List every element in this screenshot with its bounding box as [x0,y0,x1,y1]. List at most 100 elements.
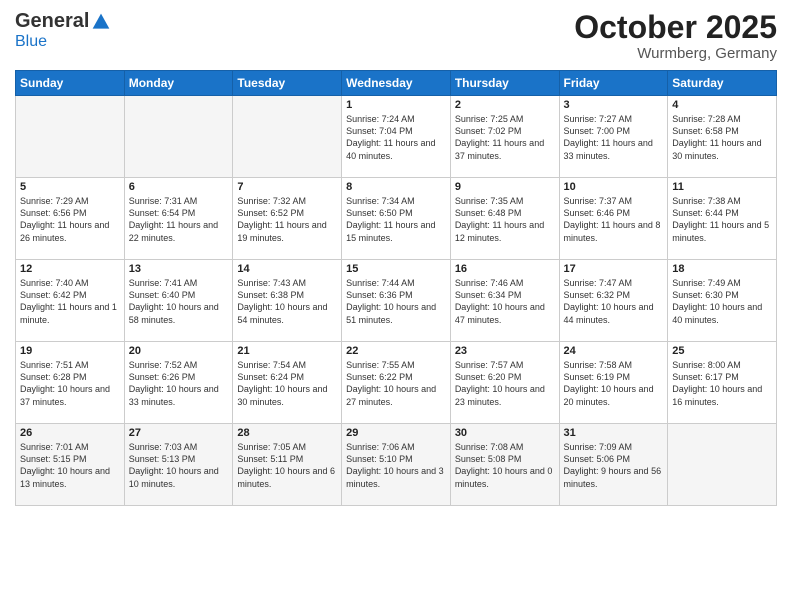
day-number: 13 [129,263,229,275]
page-container: General Blue October 2025 Wurmberg, Germ… [0,0,792,511]
calendar-cell: 19 Sunrise: 7:51 AM Sunset: 6:28 PM Dayli… [16,342,125,424]
day-info: Sunrise: 7:24 AM Sunset: 7:04 PM Dayligh… [346,113,446,162]
logo-general: General [15,10,89,33]
calendar-cell: 3 Sunrise: 7:27 AM Sunset: 7:00 PM Daylig… [559,96,668,178]
title-block: October 2025 Wurmberg, Germany [574,10,777,62]
calendar-cell: 16 Sunrise: 7:46 AM Sunset: 6:34 PM Dayli… [450,260,559,342]
day-number: 19 [20,345,120,357]
logo-blue-text: Blue [15,33,47,51]
day-info: Sunrise: 7:28 AM Sunset: 6:58 PM Dayligh… [672,113,772,162]
day-info: Sunrise: 7:27 AM Sunset: 7:00 PM Dayligh… [564,113,664,162]
day-info: Sunrise: 7:31 AM Sunset: 6:54 PM Dayligh… [129,195,229,244]
day-number: 16 [455,263,555,275]
day-info: Sunrise: 7:46 AM Sunset: 6:34 PM Dayligh… [455,277,555,326]
day-info: Sunrise: 7:44 AM Sunset: 6:36 PM Dayligh… [346,277,446,326]
day-number: 9 [455,181,555,193]
logo-icon [91,12,111,32]
day-number: 27 [129,427,229,439]
day-number: 18 [672,263,772,275]
day-info: Sunrise: 7:38 AM Sunset: 6:44 PM Dayligh… [672,195,772,244]
calendar-cell: 7Sunrise: 7:32 AM Sunset: 6:52 PM Daylig… [233,178,342,260]
day-info: Sunrise: 7:41 AM Sunset: 6:40 PM Dayligh… [129,277,229,326]
logo-text: General [15,10,111,33]
day-info: Sunrise: 7:49 AM Sunset: 6:30 PM Dayligh… [672,277,772,326]
day-number: 23 [455,345,555,357]
day-info: Sunrise: 7:06 AM Sunset: 5:10 PM Dayligh… [346,441,446,490]
calendar-cell: 28 Sunrise: 7:05 AM Sunset: 5:11 PM Dayli… [233,424,342,506]
week-row: 1 Sunrise: 7:24 AM Sunset: 7:04 PM Daylig… [16,96,777,178]
day-number: 24 [564,345,664,357]
calendar-cell: 10 Sunrise: 7:37 AM Sunset: 6:46 PM Dayli… [559,178,668,260]
weekday-header: Wednesday [342,71,451,96]
weekday-header: Monday [124,71,233,96]
weekday-header: Tuesday [233,71,342,96]
day-info: Sunrise: 7:57 AM Sunset: 6:20 PM Dayligh… [455,359,555,408]
weekday-header: Sunday [16,71,125,96]
day-info: Sunrise: 7:08 AM Sunset: 5:08 PM Dayligh… [455,441,555,490]
header: General Blue October 2025 Wurmberg, Germ… [15,10,777,62]
calendar-cell: 30 Sunrise: 7:08 AM Sunset: 5:08 PM Dayli… [450,424,559,506]
calendar-cell: 1 Sunrise: 7:24 AM Sunset: 7:04 PM Daylig… [342,96,451,178]
calendar-cell: 5Sunrise: 7:29 AM Sunset: 6:56 PM Daylig… [16,178,125,260]
calendar-cell: 9 Sunrise: 7:35 AM Sunset: 6:48 PM Daylig… [450,178,559,260]
day-number: 26 [20,427,120,439]
day-info: Sunrise: 7:51 AM Sunset: 6:28 PM Dayligh… [20,359,120,408]
day-info: Sunrise: 7:52 AM Sunset: 6:26 PM Dayligh… [129,359,229,408]
day-number: 25 [672,345,772,357]
week-row: 5Sunrise: 7:29 AM Sunset: 6:56 PM Daylig… [16,178,777,260]
day-number: 6 [129,181,229,193]
calendar-cell: 29 Sunrise: 7:06 AM Sunset: 5:10 PM Dayli… [342,424,451,506]
day-number: 2 [455,99,555,111]
weekday-header: Thursday [450,71,559,96]
month-title: October 2025 [574,10,777,45]
calendar-cell: 22 Sunrise: 7:55 AM Sunset: 6:22 PM Dayli… [342,342,451,424]
day-info: Sunrise: 7:32 AM Sunset: 6:52 PM Dayligh… [237,195,337,244]
day-number: 20 [129,345,229,357]
day-info: Sunrise: 7:37 AM Sunset: 6:46 PM Dayligh… [564,195,664,244]
logo: General Blue [15,10,111,51]
day-info: Sunrise: 7:03 AM Sunset: 5:13 PM Dayligh… [129,441,229,490]
weekday-header-row: SundayMondayTuesdayWednesdayThursdayFrid… [16,71,777,96]
day-number: 5 [20,181,120,193]
day-number: 11 [672,181,772,193]
day-info: Sunrise: 7:05 AM Sunset: 5:11 PM Dayligh… [237,441,337,490]
day-number: 30 [455,427,555,439]
calendar-cell: 4 Sunrise: 7:28 AM Sunset: 6:58 PM Daylig… [668,96,777,178]
calendar-cell [124,96,233,178]
calendar-cell: 17 Sunrise: 7:47 AM Sunset: 6:32 PM Dayli… [559,260,668,342]
logo-blue: Blue [15,33,47,50]
calendar-cell: 31 Sunrise: 7:09 AM Sunset: 5:06 PM Dayli… [559,424,668,506]
calendar-cell: 24 Sunrise: 7:58 AM Sunset: 6:19 PM Dayli… [559,342,668,424]
day-number: 1 [346,99,446,111]
day-number: 28 [237,427,337,439]
calendar-cell [233,96,342,178]
location: Wurmberg, Germany [574,45,777,62]
day-info: Sunrise: 7:47 AM Sunset: 6:32 PM Dayligh… [564,277,664,326]
day-number: 17 [564,263,664,275]
day-info: Sunrise: 7:58 AM Sunset: 6:19 PM Dayligh… [564,359,664,408]
day-info: Sunrise: 7:55 AM Sunset: 6:22 PM Dayligh… [346,359,446,408]
calendar-cell: 27 Sunrise: 7:03 AM Sunset: 5:13 PM Dayli… [124,424,233,506]
calendar-cell: 15Sunrise: 7:44 AM Sunset: 6:36 PM Dayli… [342,260,451,342]
day-number: 22 [346,345,446,357]
day-info: Sunrise: 7:43 AM Sunset: 6:38 PM Dayligh… [237,277,337,326]
calendar-cell: 26 Sunrise: 7:01 AM Sunset: 5:15 PM Dayli… [16,424,125,506]
calendar-cell: 11 Sunrise: 7:38 AM Sunset: 6:44 PM Dayli… [668,178,777,260]
day-info: Sunrise: 7:01 AM Sunset: 5:15 PM Dayligh… [20,441,120,490]
day-info: Sunrise: 7:09 AM Sunset: 5:06 PM Dayligh… [564,441,664,490]
weekday-header: Saturday [668,71,777,96]
day-number: 3 [564,99,664,111]
day-info: Sunrise: 7:35 AM Sunset: 6:48 PM Dayligh… [455,195,555,244]
day-number: 31 [564,427,664,439]
calendar-cell: 13 Sunrise: 7:41 AM Sunset: 6:40 PM Dayli… [124,260,233,342]
day-number: 8 [346,181,446,193]
calendar-cell: 25Sunrise: 8:00 AM Sunset: 6:17 PM Dayli… [668,342,777,424]
day-number: 14 [237,263,337,275]
day-number: 10 [564,181,664,193]
day-number: 4 [672,99,772,111]
calendar-cell: 12Sunrise: 7:40 AM Sunset: 6:42 PM Dayli… [16,260,125,342]
calendar-cell: 8Sunrise: 7:34 AM Sunset: 6:50 PM Daylig… [342,178,451,260]
weekday-header: Friday [559,71,668,96]
calendar-cell [668,424,777,506]
day-number: 29 [346,427,446,439]
